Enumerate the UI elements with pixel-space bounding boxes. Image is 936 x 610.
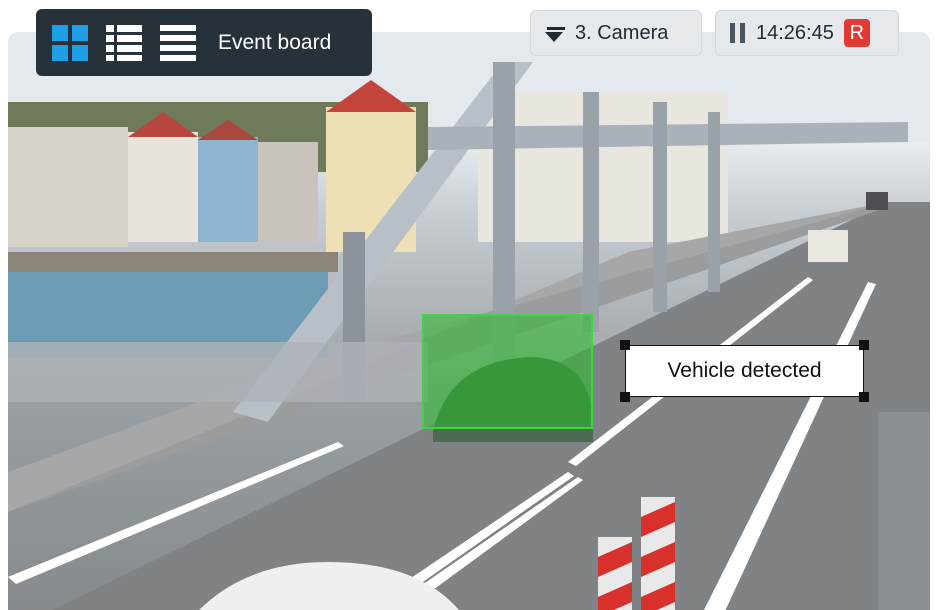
dropdown-triangle-icon: [545, 32, 563, 42]
rows-view-icon: [160, 24, 196, 61]
view-toolbar: Event board: [36, 9, 372, 76]
playback-status: 14:26:45 R: [715, 10, 899, 56]
resize-handle-top-left[interactable]: [620, 340, 630, 350]
grid-view-icon: [52, 24, 88, 61]
resize-handle-top-right[interactable]: [859, 340, 869, 350]
grid-view-button[interactable]: [52, 24, 88, 61]
resize-handle-bottom-left[interactable]: [620, 392, 630, 402]
detection-label[interactable]: Vehicle detected: [620, 340, 869, 402]
vehicle-detection-box[interactable]: [422, 314, 593, 429]
rows-view-button[interactable]: [160, 24, 196, 61]
camera-selector[interactable]: 3. Camera: [530, 10, 702, 56]
list-view-icon: [106, 24, 142, 61]
current-time: 14:26:45: [756, 21, 834, 44]
camera-name: 3. Camera: [575, 21, 669, 44]
dropdown-bar: [547, 27, 565, 30]
detection-label-text: Vehicle detected: [667, 359, 822, 382]
resize-handle-bottom-right[interactable]: [859, 392, 869, 402]
event-board-label[interactable]: Event board: [218, 31, 331, 55]
list-view-button[interactable]: [106, 24, 142, 61]
record-badge[interactable]: R: [843, 19, 870, 47]
pause-icon[interactable]: [730, 23, 745, 43]
